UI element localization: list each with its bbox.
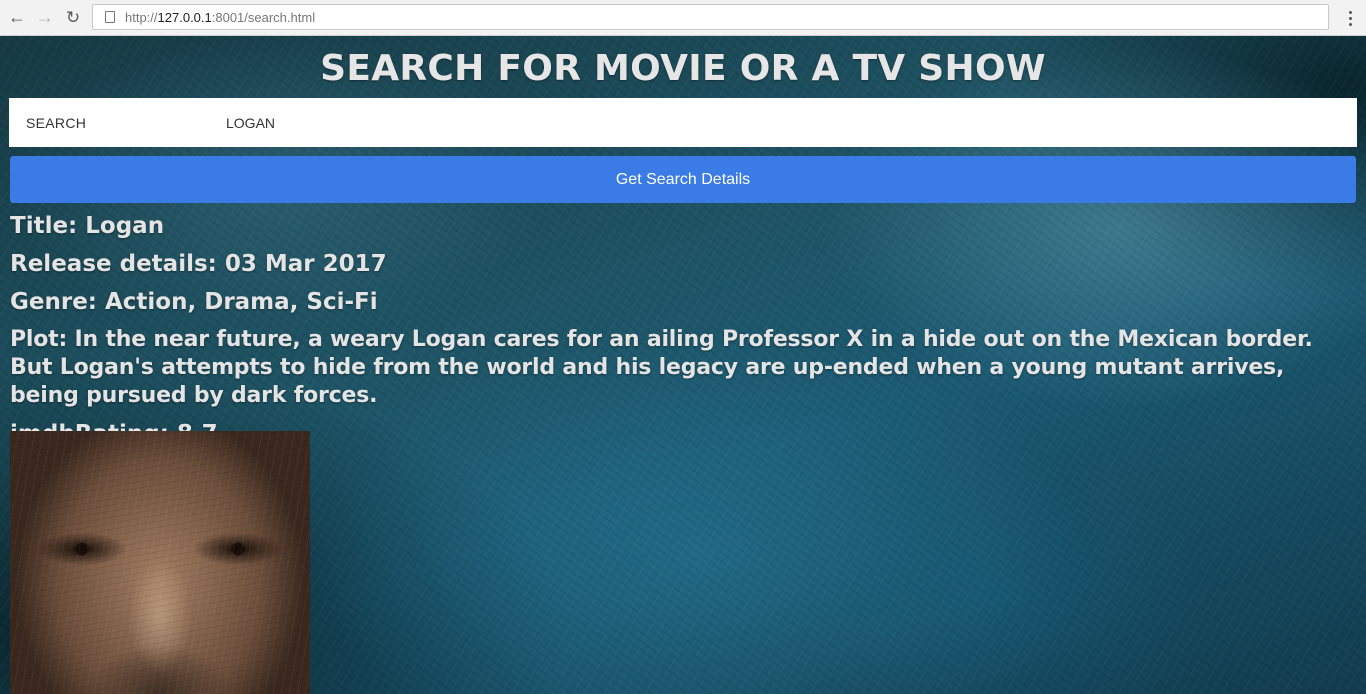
result-genre: Genre: Action, Drama, Sci-Fi <box>10 289 378 315</box>
url-host: 127.0.0.1 <box>157 9 212 25</box>
search-form: SEARCH <box>9 98 1357 147</box>
kebab-dot <box>1348 22 1352 26</box>
movie-poster <box>10 431 310 694</box>
url-prefix: http:// <box>125 9 158 25</box>
forward-button[interactable]: → <box>34 6 56 28</box>
url-text[interactable]: http://127.0.0.1:8001/search.html <box>125 10 315 25</box>
page-icon <box>105 11 115 23</box>
browser-toolbar: ← → ↻ http://127.0.0.1:8001/search.html <box>0 0 1366 36</box>
result-details: Title: Logan Release details: 03 Mar 201… <box>10 212 1356 458</box>
page-body: SEARCH FOR MOVIE OR A TV SHOW SEARCH Get… <box>0 36 1366 694</box>
reload-button[interactable]: ↻ <box>62 6 84 28</box>
arrow-right-icon: → <box>36 7 54 27</box>
result-release: Release details: 03 Mar 2017 <box>10 251 387 277</box>
browser-menu-button[interactable] <box>1340 7 1360 29</box>
search-input[interactable] <box>218 98 1338 147</box>
get-search-details-button[interactable]: Get Search Details <box>10 156 1356 203</box>
url-path: :8001/search.html <box>211 9 316 25</box>
address-bar[interactable]: http://127.0.0.1:8001/search.html <box>92 4 1329 30</box>
result-plot: Plot: In the near future, a weary Logan … <box>10 327 1313 408</box>
kebab-dot <box>1348 16 1352 20</box>
back-button[interactable]: ← <box>6 6 28 28</box>
result-title: Title: Logan <box>10 213 165 239</box>
reload-icon: ↻ <box>65 7 81 27</box>
page-title: SEARCH FOR MOVIE OR A TV SHOW <box>320 48 1046 89</box>
search-label: SEARCH <box>26 114 87 131</box>
arrow-left-icon: ← <box>8 7 26 27</box>
kebab-menu-icon <box>1348 10 1352 14</box>
